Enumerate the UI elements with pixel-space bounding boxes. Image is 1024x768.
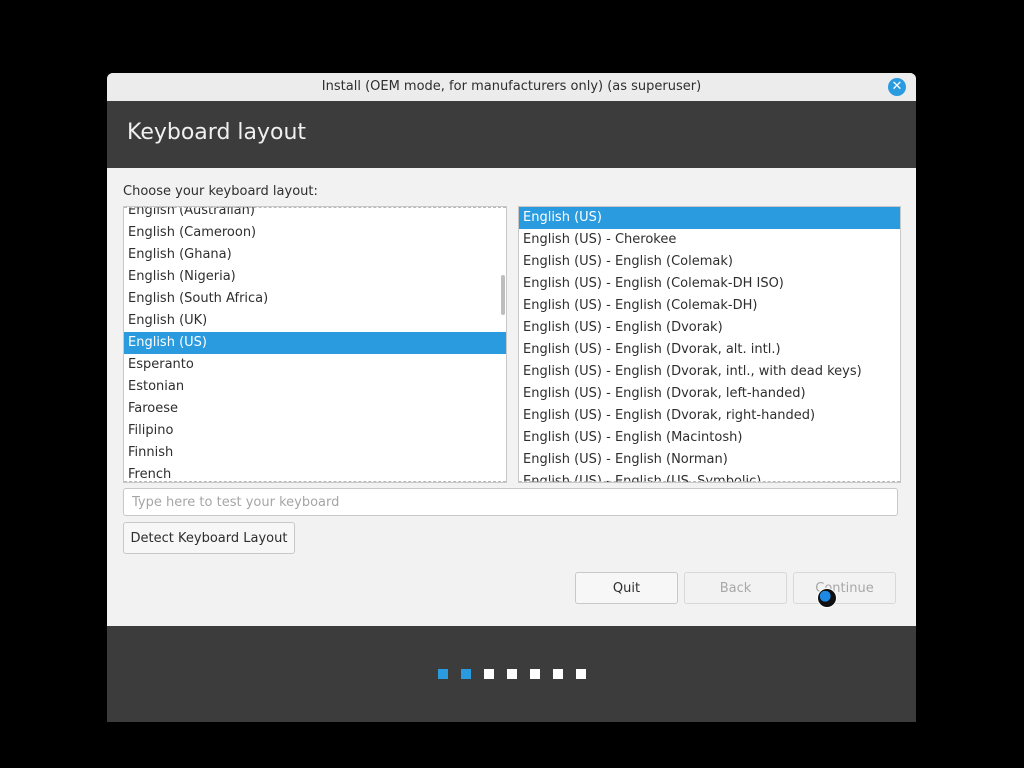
keyboard-variant-list[interactable]: English (US) English (US) - Cherokee Engli… <box>518 206 901 483</box>
variant-list-item[interactable]: English (US) - English (Dvorak, right-ha… <box>519 405 900 427</box>
progress-footer <box>107 626 916 722</box>
progress-step-dot <box>437 669 448 679</box>
layout-list-item[interactable]: Estonian <box>124 376 506 398</box>
progress-indicator <box>107 669 916 679</box>
layout-list-item[interactable]: English (Ghana) <box>124 244 506 266</box>
variant-list-item[interactable]: English (US) - English (Colemak-DH) <box>519 295 900 317</box>
installer-window: Install (OEM mode, for manufacturers onl… <box>107 73 916 722</box>
mouse-cursor-icon <box>817 588 837 608</box>
layout-list-item[interactable]: English (US) <box>124 332 506 354</box>
layout-list-item[interactable]: English (UK) <box>124 310 506 332</box>
progress-step-dot <box>460 669 471 679</box>
back-button[interactable]: Back <box>684 572 787 604</box>
list-bottom-divider <box>519 481 900 482</box>
variant-list-item[interactable]: English (US) - English (Norman) <box>519 449 900 471</box>
continue-button[interactable]: Continue <box>793 572 896 604</box>
variant-list-item[interactable]: English (US) - English (Dvorak) <box>519 317 900 339</box>
quit-button[interactable]: Quit <box>575 572 678 604</box>
layout-list-scrollbar[interactable] <box>501 275 505 315</box>
keyboard-layout-list[interactable]: English (Australian) English (Cameroon) En… <box>123 206 507 483</box>
layout-list-item[interactable]: English (Cameroon) <box>124 222 506 244</box>
title-bar: Install (OEM mode, for manufacturers onl… <box>107 73 916 102</box>
variant-list-item[interactable]: English (US) - English (Dvorak, left-han… <box>519 383 900 405</box>
layout-prompt-label: Choose your keyboard layout: <box>123 184 318 199</box>
main-content: Choose your keyboard layout: English (Au… <box>107 168 916 626</box>
variant-list-item[interactable]: English (US) - Cherokee <box>519 229 900 251</box>
progress-step-dot <box>529 669 540 679</box>
layout-list-item[interactable]: Faroese <box>124 398 506 420</box>
variant-list-item[interactable]: English (US) - English (Colemak-DH ISO) <box>519 273 900 295</box>
page-title: Keyboard layout <box>127 120 307 145</box>
keyboard-test-input[interactable] <box>123 488 898 516</box>
page-header: Keyboard layout <box>107 101 916 168</box>
detect-keyboard-layout-button[interactable]: Detect Keyboard Layout <box>123 522 295 554</box>
list-top-divider <box>124 207 506 208</box>
variant-list-item[interactable]: English (US) - English (Macintosh) <box>519 427 900 449</box>
variant-list-item[interactable]: English (US) - English (Dvorak, alt. int… <box>519 339 900 361</box>
list-bottom-divider <box>124 481 506 482</box>
layout-list-item[interactable]: English (Nigeria) <box>124 266 506 288</box>
layout-list-item[interactable]: Filipino <box>124 420 506 442</box>
layout-list-item[interactable]: English (South Africa) <box>124 288 506 310</box>
layout-list-item[interactable]: English (Australian) <box>124 207 506 222</box>
variant-list-item[interactable]: English (US) - English (Colemak) <box>519 251 900 273</box>
progress-step-dot <box>483 669 494 679</box>
progress-step-dot <box>506 669 517 679</box>
close-icon[interactable]: ✕ <box>888 78 906 96</box>
window-title: Install (OEM mode, for manufacturers onl… <box>321 79 702 94</box>
variant-list-item[interactable]: English (US) <box>519 207 900 229</box>
variant-list-item[interactable]: English (US) - English (Dvorak, intl., w… <box>519 361 900 383</box>
progress-step-dot <box>552 669 563 679</box>
progress-step-dot <box>575 669 586 679</box>
layout-list-item[interactable]: Esperanto <box>124 354 506 376</box>
layout-list-item[interactable]: Finnish <box>124 442 506 464</box>
